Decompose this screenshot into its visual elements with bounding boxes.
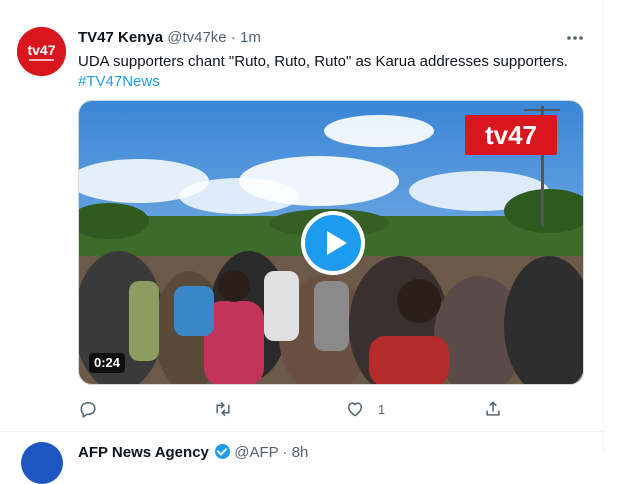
next-handle[interactable]: @AFP	[234, 444, 278, 461]
tweet-text: UDA supporters chant "Ruto, Ruto, Ruto" …	[78, 52, 588, 92]
handle[interactable]: @tv47ke	[167, 29, 226, 46]
share-icon	[486, 401, 500, 416]
next-separator: ·	[282, 444, 288, 461]
retweet-button[interactable]	[213, 398, 233, 420]
reply-icon	[80, 402, 96, 418]
avatar[interactable]: tv47	[17, 27, 66, 76]
video-player[interactable]: tv47 0:24	[78, 100, 584, 385]
tweet-actions: 1	[78, 398, 518, 420]
heart-icon	[348, 402, 362, 417]
play-button[interactable]	[301, 211, 365, 275]
video-duration: 0:24	[89, 353, 126, 373]
watermark-text: tv47	[485, 120, 537, 150]
next-display-name[interactable]: AFP News Agency	[78, 444, 209, 461]
more-options-icon[interactable]	[564, 28, 586, 48]
hashtag-link[interactable]: #TV47News	[78, 72, 588, 92]
like-button[interactable]: 1	[345, 398, 385, 420]
like-count: 1	[378, 401, 386, 417]
timeline: tv47 TV47 Kenya @tv47ke · 1m UDA support…	[0, 0, 604, 484]
avatar-logo-text: tv47	[27, 42, 55, 58]
tv47-watermark: tv47	[465, 115, 557, 155]
separator: ·	[230, 29, 236, 46]
play-icon	[327, 231, 347, 255]
display-name[interactable]: TV47 Kenya	[78, 29, 163, 46]
reply-button[interactable]	[78, 398, 98, 420]
next-avatar[interactable]	[21, 442, 63, 484]
next-timestamp[interactable]: 8h	[292, 444, 309, 461]
timestamp[interactable]: 1m	[240, 29, 261, 46]
retweet-icon	[216, 401, 230, 417]
tweet-header: TV47 Kenya @tv47ke · 1m	[78, 29, 261, 47]
tweet-divider	[0, 431, 603, 432]
share-button[interactable]	[483, 398, 503, 420]
next-tweet-header: AFP News Agency @AFP · 8h	[78, 444, 308, 461]
tweet-body: UDA supporters chant "Ruto, Ruto, Ruto" …	[78, 53, 569, 70]
